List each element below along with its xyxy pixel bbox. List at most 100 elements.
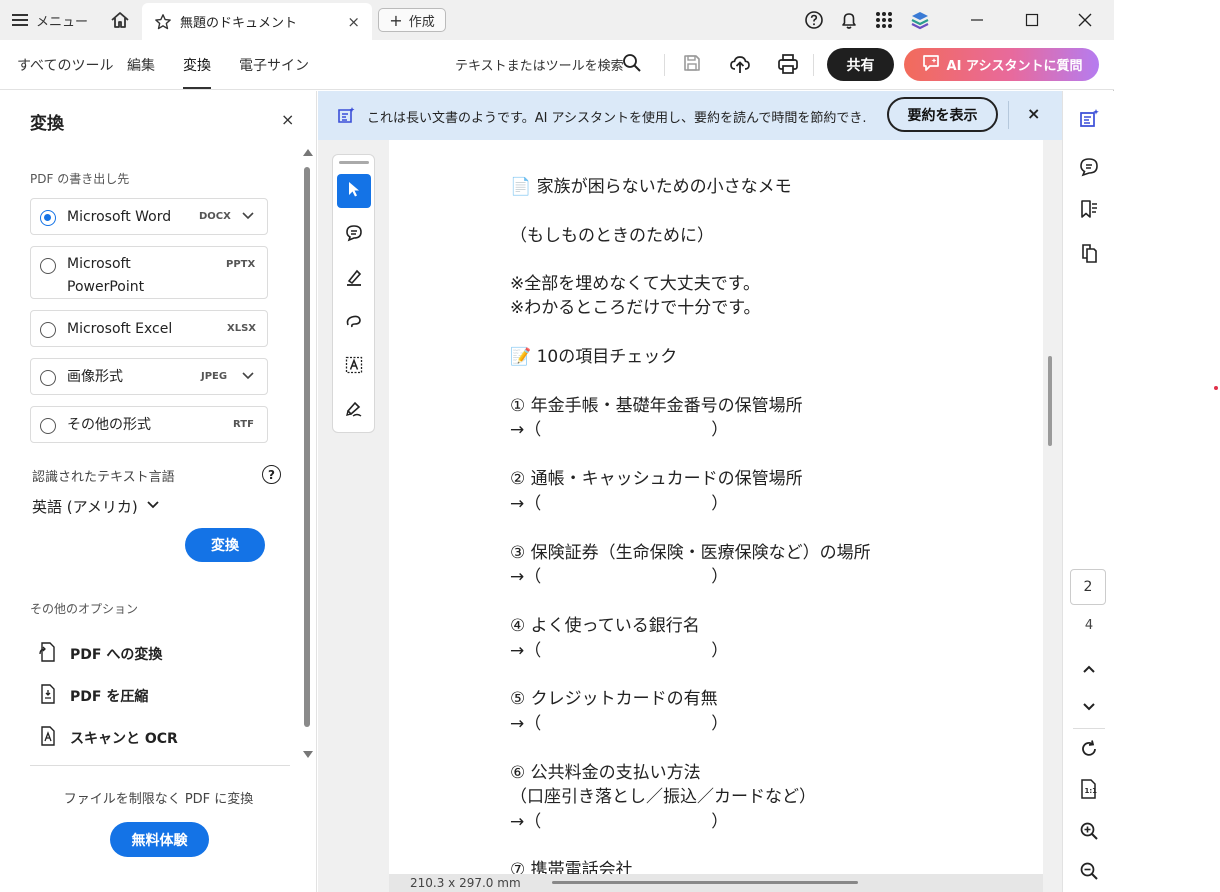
chevron-down-icon[interactable]	[241, 369, 255, 387]
select-tool[interactable]	[337, 174, 371, 208]
page-dimensions: 210.3 x 297.0 mm	[410, 876, 521, 890]
format-option-other[interactable]: その他の形式 RTF	[30, 406, 268, 443]
panel-title: 変換	[30, 114, 64, 134]
comment-tool[interactable]	[337, 218, 371, 252]
option-pdf-convert[interactable]: PDF への変換	[38, 641, 162, 667]
doc-line: （もしものときのために）	[510, 226, 714, 246]
format-name: Microsoft Excel	[67, 321, 173, 337]
tab-e-sign[interactable]: 電子サイン	[239, 55, 309, 75]
sign-tool[interactable]	[337, 394, 371, 428]
save-icon[interactable]	[682, 53, 702, 77]
document-page[interactable]: 📄 家族が困らないための小さなメモ （もしものときのために） ※全部を埋めなくて…	[389, 140, 1043, 876]
actual-size-icon[interactable]: 1:1	[1077, 777, 1101, 801]
doc-line: ⑥ 公共料金の支払い方法	[510, 763, 701, 783]
chevron-down-icon[interactable]	[1077, 695, 1101, 719]
draw-tool[interactable]	[337, 306, 371, 340]
doc-line: →（ ）	[510, 494, 729, 514]
profile-stack-icon[interactable]	[909, 9, 931, 31]
menu-button[interactable]: メニュー	[12, 8, 88, 32]
search-icon[interactable]	[622, 53, 642, 77]
format-option-powerpoint[interactable]: Microsoft PowerPoint PPTX	[30, 246, 268, 299]
current-page-input[interactable]: 2	[1070, 569, 1106, 605]
format-ext: XLSX	[227, 323, 256, 334]
maximize-icon[interactable]	[1020, 8, 1044, 32]
doc-line: ※全部を埋めなくて大丈夫です。	[510, 274, 761, 294]
scroll-down-icon[interactable]	[303, 751, 313, 758]
convert-button[interactable]: 変換	[185, 528, 265, 562]
help-icon[interactable]: ?	[262, 465, 281, 484]
free-trial-button[interactable]: 無料体験	[110, 822, 209, 857]
option-label: スキャンと OCR	[70, 731, 178, 747]
chevron-up-icon[interactable]	[1077, 657, 1101, 681]
panel-close-icon[interactable]: ×	[281, 110, 294, 129]
ai-summary-panel-icon[interactable]	[1077, 107, 1101, 131]
scan-ocr-icon	[38, 725, 58, 751]
bell-icon[interactable]	[838, 9, 860, 31]
star-icon[interactable]	[154, 13, 172, 31]
radio-selected[interactable]	[40, 210, 56, 226]
chevron-down-icon[interactable]	[241, 209, 255, 227]
svg-text:1:1: 1:1	[1085, 787, 1098, 795]
panel-divider	[30, 765, 290, 766]
show-summary-button[interactable]: 要約を表示	[887, 97, 998, 132]
tab-all-tools[interactable]: すべてのツール	[17, 55, 113, 75]
radio-unselected[interactable]	[40, 418, 56, 434]
format-option-excel[interactable]: Microsoft Excel XLSX	[30, 310, 268, 347]
tab-convert[interactable]: 変換	[183, 55, 211, 89]
format-name: 画像形式	[67, 369, 123, 385]
scroll-thumb[interactable]	[304, 167, 310, 727]
close-window-icon[interactable]	[1073, 8, 1097, 32]
other-options-label: その他のオプション	[30, 602, 139, 616]
highlight-tool[interactable]	[337, 262, 371, 296]
tab-close-icon[interactable]: ×	[347, 13, 360, 31]
banner-text: これは長い文書のようです。AI アシスタントを使用し、要約を読んで時間を節約でき…	[367, 111, 867, 126]
option-scan-ocr[interactable]: スキャンと OCR	[38, 725, 178, 751]
desktop-dot	[1214, 386, 1218, 390]
radio-unselected[interactable]	[40, 322, 56, 338]
create-label: 作成	[408, 14, 435, 30]
text-box-tool[interactable]	[337, 350, 371, 384]
tab-edit[interactable]: 編集	[127, 55, 155, 75]
apps-grid-icon[interactable]	[873, 9, 895, 31]
quick-tools-bar	[332, 154, 375, 433]
radio-unselected[interactable]	[40, 258, 56, 274]
bookmark-icon[interactable]	[1077, 197, 1101, 221]
rotate-icon[interactable]	[1077, 737, 1101, 761]
document-viewer: これは長い文書のようです。AI アシスタントを使用し、要約を読んで時間を節約でき…	[318, 91, 1062, 892]
create-button[interactable]: + 作成	[378, 8, 446, 32]
language-value: 英語 (アメリカ)	[32, 498, 138, 516]
doc-line: 📝 10の項目チェック	[510, 347, 678, 367]
document-scrollbar[interactable]	[1048, 356, 1052, 446]
tool-search[interactable]: テキストまたはツールを検索	[455, 55, 624, 74]
format-option-word[interactable]: Microsoft Word DOCX	[30, 198, 268, 235]
ai-assistant-button[interactable]: AI アシスタントに質問	[904, 48, 1099, 81]
format-option-image[interactable]: 画像形式 JPEG	[30, 358, 268, 395]
horizontal-scrollbar[interactable]	[552, 881, 858, 884]
format-ext: JPEG	[201, 371, 228, 382]
zoom-in-icon[interactable]	[1077, 819, 1101, 843]
option-pdf-compress[interactable]: PDF を圧縮	[38, 683, 148, 709]
minimize-icon[interactable]	[965, 8, 989, 32]
doc-line: →（ ）	[510, 714, 729, 734]
hamburger-icon	[12, 14, 28, 26]
language-select[interactable]: 英語 (アメリカ)	[32, 496, 160, 517]
chevron-down-icon	[146, 498, 160, 516]
format-ext: PPTX	[226, 259, 256, 270]
zoom-out-icon[interactable]	[1077, 859, 1101, 883]
scroll-up-icon[interactable]	[303, 149, 313, 156]
print-icon[interactable]	[777, 53, 799, 79]
pages-icon[interactable]	[1077, 241, 1101, 265]
share-button[interactable]: 共有	[827, 48, 894, 81]
comments-icon[interactable]	[1077, 155, 1101, 179]
drag-handle[interactable]	[339, 161, 369, 164]
panel-scrollbar[interactable]	[302, 149, 313, 761]
home-icon[interactable]	[108, 8, 132, 32]
menu-label: メニュー	[36, 14, 89, 30]
ai-assistant-icon	[921, 53, 941, 77]
radio-unselected[interactable]	[40, 370, 56, 386]
document-tab[interactable]: 無題のドキュメント ×	[142, 3, 372, 40]
help-icon[interactable]	[803, 9, 825, 31]
banner-close-icon[interactable]: ×	[1027, 104, 1040, 123]
cloud-upload-icon[interactable]	[729, 53, 751, 79]
tab-title: 無題のドキュメント	[180, 16, 298, 31]
